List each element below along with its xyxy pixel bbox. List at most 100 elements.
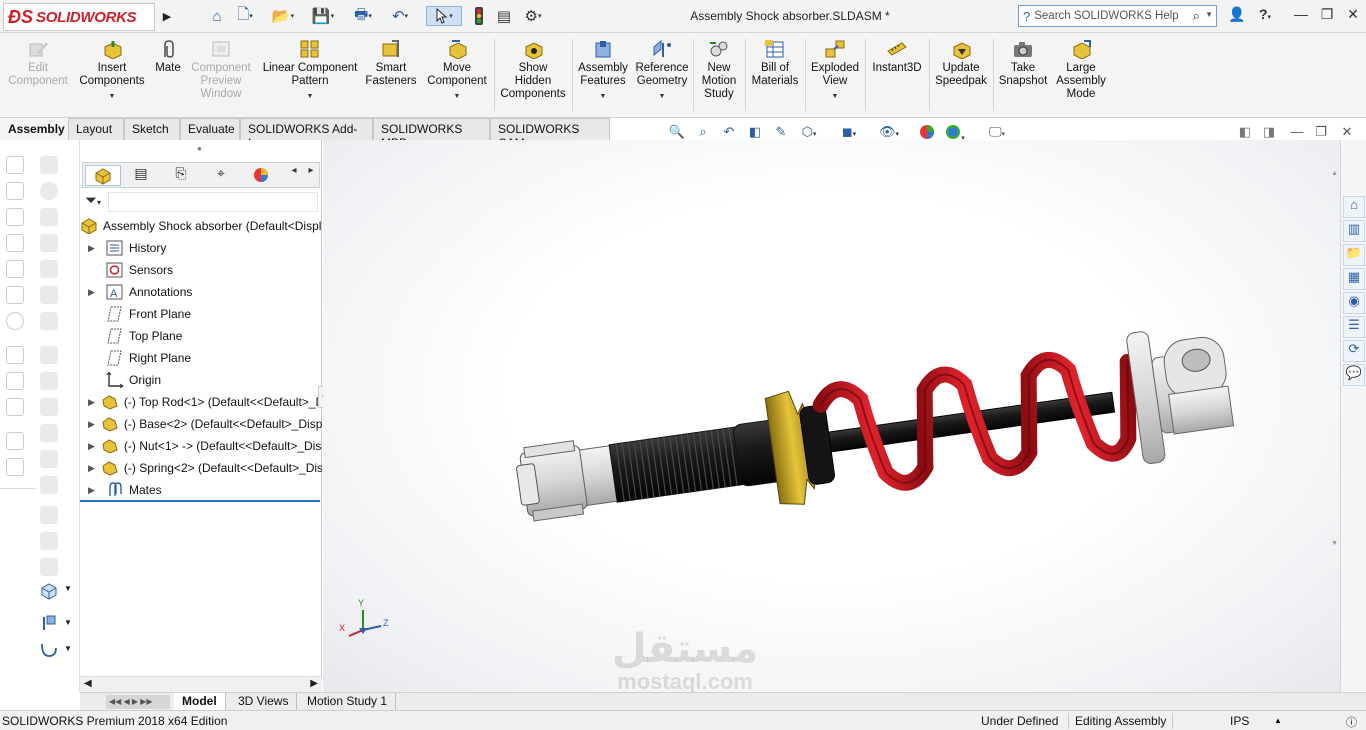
tree-item-origin[interactable]: Origin: [80, 369, 322, 391]
shock-absorber-model[interactable]: [323, 140, 1340, 692]
tab-motion-study-1[interactable]: Motion Study 1: [299, 693, 397, 711]
expand-arrow-icon[interactable]: ▶: [88, 419, 95, 430]
exploded-view-dropdown-icon[interactable]: ▼: [807, 90, 863, 103]
tree-item-nut[interactable]: ▶ (-) Nut<1> -> (Default<<Default>_Displ…: [80, 435, 322, 457]
help-search-field[interactable]: ? Search SOLIDWORKS Help ⌕ ▼: [1018, 5, 1217, 27]
assembly-features-button[interactable]: Assembly Features ▼: [574, 39, 632, 103]
design-library-icon[interactable]: ▥: [1343, 220, 1365, 242]
graphics-area[interactable]: Y X Z ▲ ▼: [323, 140, 1340, 692]
filter-icon[interactable]: ⏷▾: [85, 192, 101, 209]
assembly-features-dropdown-icon[interactable]: ▼: [574, 90, 632, 103]
move-component-button[interactable]: Move Component ▼: [422, 39, 492, 103]
shortcut-icon[interactable]: [40, 398, 58, 416]
take-snapshot-button[interactable]: Take Snapshot: [995, 39, 1051, 88]
tab-scroll-buttons-icon[interactable]: ◀◀ ◀ ▶ ▶▶: [106, 695, 170, 709]
tree-item-top-plane[interactable]: Top Plane: [80, 325, 322, 347]
user-icon[interactable]: 👤: [1224, 6, 1250, 26]
shortcut-icon[interactable]: [40, 346, 58, 364]
shortcut-icon[interactable]: [40, 208, 58, 226]
custom-properties-icon[interactable]: ☰: [1343, 316, 1365, 338]
shortcut-icon[interactable]: [40, 286, 58, 304]
new-document-icon[interactable]: 🗋 ▾: [232, 6, 258, 26]
rollback-bar[interactable]: [80, 500, 320, 502]
options-gear-icon[interactable]: ⚙ ▾: [518, 6, 548, 26]
tree-item-base[interactable]: ▶ (-) Base<2> (Default<<Default>_Display…: [80, 413, 322, 435]
tab-sketch[interactable]: Sketch: [124, 118, 180, 140]
tab-addins[interactable]: SOLIDWORKS Add-Ins: [240, 118, 373, 150]
home-icon[interactable]: ⌂: [206, 6, 228, 26]
solidworks-resources-icon[interactable]: ⌂: [1343, 196, 1365, 218]
shortcut-icon[interactable]: [40, 156, 58, 174]
appearances-scenes-icon[interactable]: ◉: [1343, 292, 1365, 314]
tab-layout[interactable]: Layout: [68, 118, 124, 140]
file-properties-icon[interactable]: ▤: [494, 6, 514, 26]
forum-chat-icon[interactable]: 💬: [1343, 364, 1365, 386]
shortcut-icon[interactable]: [6, 156, 24, 174]
tree-item-mates[interactable]: ▶ Mates: [80, 479, 322, 501]
save-icon[interactable]: 💾 ▾: [310, 6, 336, 26]
shortcut-icon[interactable]: [40, 450, 58, 468]
expand-arrow-icon[interactable]: ▶: [88, 441, 95, 452]
tree-item-front-plane[interactable]: Front Plane: [80, 303, 322, 325]
smart-fasteners-button[interactable]: Smart Fasteners: [362, 39, 420, 88]
shortcut-icon[interactable]: [6, 372, 24, 390]
shortcut-icon[interactable]: [40, 312, 58, 330]
tree-item-right-plane[interactable]: Right Plane: [80, 347, 322, 369]
chevron-down-icon[interactable]: ▼: [1205, 10, 1213, 19]
show-hidden-components-button[interactable]: Show Hidden Components: [496, 39, 570, 101]
tree-root-assembly[interactable]: Assembly Shock absorber (Default<Display…: [80, 215, 322, 237]
horizontal-scrollbar[interactable]: ◀ ▶: [80, 676, 322, 692]
shortcut-icon[interactable]: [6, 458, 24, 476]
expand-arrow-icon[interactable]: ▶: [88, 463, 95, 474]
shortcut-icon[interactable]: [40, 182, 58, 200]
new-motion-study-button[interactable]: New Motion Study: [695, 39, 743, 101]
tree-item-spring[interactable]: ▶ (-) Spring<2> (Default<<Default>_Displ…: [80, 457, 322, 479]
chevron-down-icon[interactable]: ▼: [64, 644, 72, 653]
insert-components-button[interactable]: Insert Components ▼: [76, 39, 148, 103]
linear-pattern-dropdown-icon[interactable]: ▼: [258, 90, 362, 103]
chevron-down-icon[interactable]: ▼: [64, 584, 72, 593]
search-icon[interactable]: ⌕: [1193, 8, 1200, 24]
shortcut-icon[interactable]: [40, 476, 58, 494]
shortcut-icon[interactable]: [6, 208, 24, 226]
tab-mbd[interactable]: SOLIDWORKS MBD: [373, 118, 490, 150]
feature-tree-tab-icon[interactable]: [85, 165, 121, 186]
configuration-manager-tab-icon[interactable]: ⎘: [163, 165, 199, 186]
shortcut-icon[interactable]: [40, 532, 58, 550]
select-icon[interactable]: ▾: [426, 6, 462, 26]
large-assembly-mode-button[interactable]: Large Assembly Mode: [1053, 39, 1109, 101]
view-palette-icon[interactable]: ▦: [1343, 268, 1365, 290]
units-dropdown-icon[interactable]: ▲: [1274, 716, 1282, 725]
open-icon[interactable]: 📂 ▾: [270, 6, 296, 26]
undo-icon[interactable]: ↶ ▾: [387, 6, 413, 26]
shortcut-icon[interactable]: [6, 398, 24, 416]
help-icon[interactable]: ?▾: [1252, 6, 1278, 26]
instant3d-button[interactable]: Instant3D: [867, 39, 927, 75]
scroll-left-icon[interactable]: ◀: [84, 678, 92, 689]
exploded-view-button[interactable]: Exploded View ▼: [807, 39, 863, 103]
reference-geometry-dropdown-icon[interactable]: ▼: [632, 90, 692, 103]
tab-evaluate[interactable]: Evaluate: [180, 118, 240, 140]
print-icon[interactable]: 🖶 ▾: [350, 6, 376, 26]
shortcut-icon[interactable]: [6, 432, 24, 450]
rebuild-icon[interactable]: [470, 6, 488, 26]
scroll-right-icon[interactable]: ▶: [310, 678, 318, 689]
shortcut-icon[interactable]: [40, 260, 58, 278]
bill-of-materials-button[interactable]: Bill of Materials: [747, 39, 803, 88]
shortcut-icon[interactable]: [40, 234, 58, 252]
property-manager-tab-icon[interactable]: ▤: [123, 165, 159, 186]
minimize-icon[interactable]: —: [1288, 6, 1314, 26]
expand-arrow-icon[interactable]: ▶: [88, 397, 95, 408]
move-component-dropdown-icon[interactable]: ▼: [422, 90, 492, 103]
solidworks-forum-icon[interactable]: ⟳: [1343, 340, 1365, 362]
shortcut-icon[interactable]: [40, 372, 58, 390]
expand-arrow-icon[interactable]: ▶: [88, 243, 100, 254]
shortcut-icon[interactable]: [6, 286, 24, 304]
shortcut-icon[interactable]: [6, 182, 24, 200]
shortcut-icon[interactable]: [40, 558, 58, 576]
tab-3d-views[interactable]: 3D Views: [230, 693, 298, 711]
assembly-cube-icon[interactable]: [40, 582, 58, 600]
panel-grip-icon[interactable]: ●: [197, 144, 202, 153]
tab-assembly[interactable]: Assembly: [0, 118, 68, 140]
insert-components-dropdown-icon[interactable]: ▼: [76, 90, 148, 103]
